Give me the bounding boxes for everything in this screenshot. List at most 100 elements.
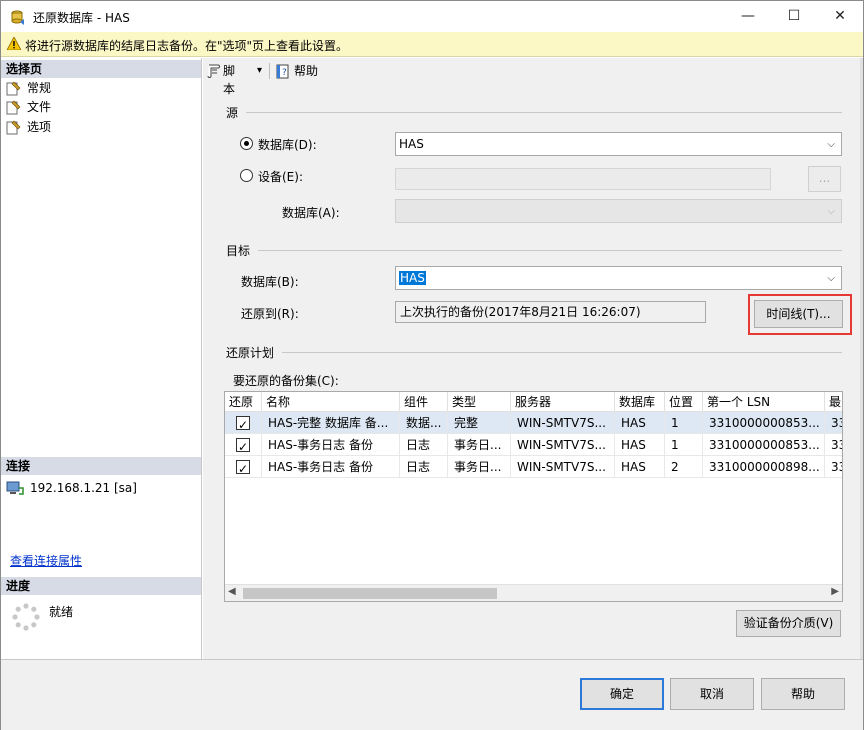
right-pane: 脚本 ▾ ? 帮助 源 数据库(D): HAS ⌵ 设备(E): ... 数据库… [203,58,863,659]
cell-type: 完整 [448,412,511,434]
verify-backup-media-button[interactable]: 验证备份介质(V) [736,610,841,637]
page-wrench-icon [6,81,21,96]
help-label: 帮助 [294,64,319,78]
cell-last-lsn: 33 [831,416,842,430]
script-dropdown-arrow[interactable]: ▾ [257,62,262,80]
svg-text:?: ? [282,68,287,78]
destination-database-value: HAS [399,271,426,285]
source-device-database-select[interactable]: ⌵ [395,199,842,223]
source-database-select[interactable]: HAS ⌵ [395,132,842,156]
col-type[interactable]: 类型 [448,392,511,412]
cell-last-lsn: 33 [831,438,842,452]
cell-component: 数据... [400,412,448,434]
chevron-down-icon: ⌵ [827,139,835,150]
maximize-button[interactable]: ☐ [771,1,817,32]
progress-spinner-icon [12,603,40,631]
toolbar-separator [269,63,270,79]
connection-header: 连接 [1,457,201,475]
title-bar: 还原数据库 - HAS — ☐ ✕ [1,1,863,32]
help-toolbar-button[interactable]: ? 帮助 [275,62,325,80]
chevron-down-icon: ⌵ [827,273,835,284]
toolbar: 脚本 ▾ ? 帮助 [203,58,863,96]
cell-name: HAS-完整 数据库 备... [262,412,400,434]
restore-plan-group-label: 还原计划 [226,346,275,360]
restore-database-window: 还原数据库 - HAS — ☐ ✕ 将进行源数据库的结尾日志备份。在"选项"页上… [0,0,864,730]
grid-horizontal-scrollbar[interactable]: ◀ ▶ [225,584,842,601]
destination-divider [258,250,842,251]
scroll-left-icon[interactable]: ◀ [228,586,236,597]
cell-first-lsn: 3310000000898... [703,456,825,478]
cell-name: HAS-事务日志 备份 [262,456,400,478]
source-group-label: 源 [226,106,239,120]
timeline-button[interactable]: 时间线(T)... [754,300,843,328]
col-position[interactable]: 位置 [665,392,703,412]
col-restore[interactable]: 还原 [225,392,262,412]
script-icon [207,64,220,78]
table-row[interactable]: HAS-事务日志 备份 日志 事务日... WIN-SMTV7S... HAS … [225,434,842,456]
cell-position: 2 [665,456,703,478]
select-page-header: 选择页 [1,60,201,78]
button-bar: 确定 取消 帮助 [1,659,863,730]
connection-info: 192.168.1.21 [sa] [6,479,137,497]
destination-database-select[interactable]: HAS ⌵ [395,266,842,290]
ok-button[interactable]: 确定 [580,678,664,710]
col-name[interactable]: 名称 [262,392,400,412]
script-button[interactable]: 脚本 [206,62,244,96]
left-pane: 选择页 常规 文件 选项 连接 192.168.1.21 [sa] 查看连接属性… [1,58,202,659]
server-connection-icon [6,481,24,495]
scroll-thumb[interactable] [243,588,497,599]
source-database-value: HAS [399,137,424,151]
restore-plan-divider [282,352,842,353]
restore-checkbox[interactable] [236,414,250,434]
progress-status: 就绪 [49,605,74,619]
col-database[interactable]: 数据库 [615,392,665,412]
table-row[interactable]: HAS-事务日志 备份 日志 事务日... WIN-SMTV7S... HAS … [225,456,842,478]
restore-checkbox[interactable] [236,458,250,478]
help-button[interactable]: 帮助 [761,678,845,710]
scroll-right-icon[interactable]: ▶ [831,586,839,597]
source-device-input[interactable] [395,168,771,190]
restore-checkbox-cell [225,434,262,456]
cell-first-lsn: 3310000000853... [703,412,825,434]
view-connection-properties-link[interactable]: 查看连接属性 [10,552,82,569]
script-label: 脚本 [223,64,236,96]
source-device-label: 设备(E): [258,170,303,184]
destination-database-label: 数据库(B): [241,275,299,289]
col-first-lsn[interactable]: 第一个 LSN [703,392,825,412]
cell-database: HAS [615,412,665,434]
table-row[interactable]: HAS-完整 数据库 备... 数据... 完整 WIN-SMTV7S... H… [225,412,842,434]
col-component[interactable]: 组件 [400,392,448,412]
page-files-label: 文件 [27,100,52,114]
source-database-radio[interactable] [240,137,253,150]
browse-device-button[interactable]: ... [808,166,841,192]
col-last-lsn[interactable]: 最 [825,392,842,412]
cell-position: 1 [665,412,703,434]
close-button[interactable]: ✕ [817,1,863,32]
cell-database: HAS [615,434,665,456]
page-general[interactable]: 常规 [6,79,51,97]
cell-type: 事务日... [448,456,511,478]
minimize-button[interactable]: — [725,1,771,32]
cancel-button[interactable]: 取消 [670,678,754,710]
cell-name: HAS-事务日志 备份 [262,434,400,456]
page-wrench-icon [6,100,21,115]
cell-position: 1 [665,434,703,456]
cell-component: 日志 [400,434,448,456]
vertical-scrollbar[interactable] [860,58,863,659]
col-server[interactable]: 服务器 [511,392,615,412]
grid-header: 还原 名称 组件 类型 服务器 数据库 位置 第一个 LSN 最 [225,392,842,412]
cell-component: 日志 [400,456,448,478]
restore-to-field: 上次执行的备份(2017年8月21日 16:26:07) [395,301,706,323]
progress-header: 进度 [1,577,201,595]
page-general-label: 常规 [27,81,52,95]
page-options[interactable]: 选项 [6,118,51,136]
source-device-radio[interactable] [240,169,253,182]
restore-checkbox-cell [225,412,262,434]
warning-bar: 将进行源数据库的结尾日志备份。在"选项"页上查看此设置。 [1,32,863,57]
source-device-database-label: 数据库(A): [282,206,340,220]
destination-group-label: 目标 [226,244,251,258]
page-files[interactable]: 文件 [6,98,51,116]
restore-checkbox[interactable] [236,436,250,456]
database-restore-icon [11,10,24,25]
cell-last-lsn: 33 [831,460,842,474]
